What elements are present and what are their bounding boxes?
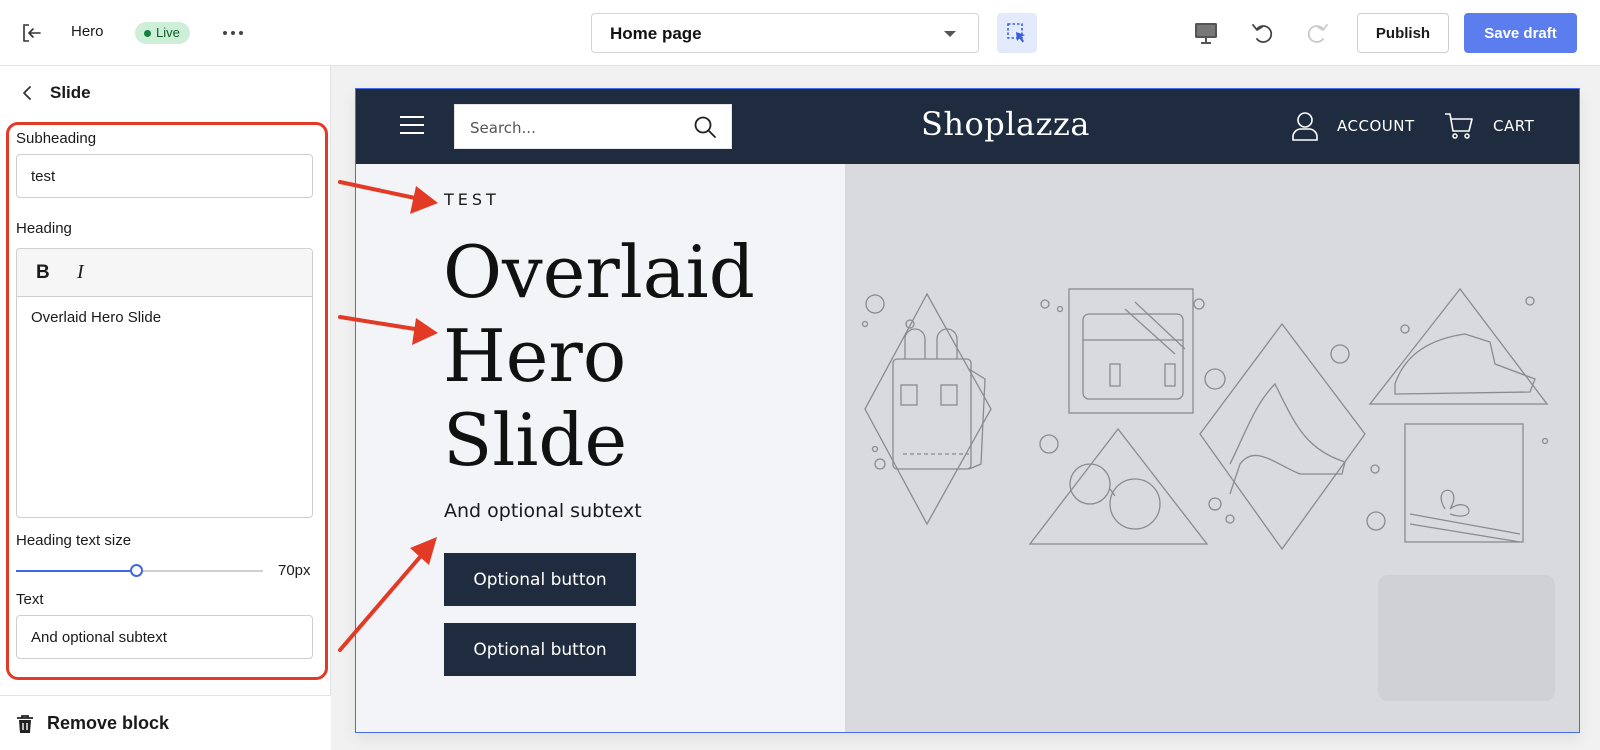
search-icon[interactable] xyxy=(693,115,717,139)
status-badge-label: Live xyxy=(156,25,180,40)
hero-image xyxy=(845,164,1579,732)
text-input[interactable] xyxy=(16,615,313,659)
heading-editor-text[interactable]: Overlaid Hero Slide xyxy=(31,309,161,326)
hero-button-2[interactable]: Optional button xyxy=(444,623,636,676)
hero-content: TEST Overlaid Hero Slide And optional su… xyxy=(356,164,845,732)
hero-text: And optional subtext xyxy=(444,500,642,522)
redo-icon[interactable] xyxy=(1304,20,1330,46)
menu-icon[interactable] xyxy=(400,116,426,136)
chevron-down-icon xyxy=(944,31,956,37)
heading-editor[interactable]: B I Overlaid Hero Slide xyxy=(16,248,313,518)
store-logo[interactable]: Shoplazza xyxy=(921,105,1090,143)
editor-toolbar: B I xyxy=(17,249,312,297)
heading-label: Heading xyxy=(16,220,72,237)
panel-title: Slide xyxy=(50,83,91,102)
section-title: Hero xyxy=(71,23,104,40)
account-icon[interactable] xyxy=(1291,111,1319,141)
select-element-button[interactable] xyxy=(997,13,1037,53)
publish-button[interactable]: Publish xyxy=(1357,13,1449,53)
remove-block-label: Remove block xyxy=(47,713,170,733)
exit-icon[interactable] xyxy=(20,21,44,45)
trash-icon xyxy=(17,715,33,733)
heading-size-value: 70px xyxy=(278,562,311,579)
heading-size-slider[interactable] xyxy=(16,564,263,577)
italic-button[interactable]: I xyxy=(77,261,84,284)
cart-link[interactable]: CART xyxy=(1493,117,1534,135)
subheading-input[interactable] xyxy=(16,154,313,198)
bold-button[interactable]: B xyxy=(36,262,50,284)
top-bar: Hero Live Home page Publish Save draft xyxy=(0,0,1600,66)
page-selector[interactable]: Home page xyxy=(591,13,979,53)
heading-size-label: Heading text size xyxy=(16,532,132,549)
save-draft-button[interactable]: Save draft xyxy=(1464,13,1577,53)
desktop-icon[interactable] xyxy=(1193,20,1219,46)
slider-thumb[interactable] xyxy=(130,564,144,577)
cart-icon[interactable] xyxy=(1444,111,1474,141)
storefront-preview[interactable]: Search... Shoplazza ACCOUNT CART TEST Ov… xyxy=(355,88,1580,733)
search-placeholder: Search... xyxy=(470,119,536,137)
remove-block-button[interactable]: Remove block xyxy=(0,695,331,750)
placeholder-card xyxy=(1378,575,1555,701)
back-icon[interactable] xyxy=(17,83,37,103)
store-search-input[interactable]: Search... xyxy=(454,104,732,149)
hero-heading: Overlaid Hero Slide xyxy=(443,230,755,482)
account-link[interactable]: ACCOUNT xyxy=(1337,117,1415,135)
slider-fill xyxy=(16,570,138,572)
subheading-label: Subheading xyxy=(16,130,97,147)
store-header: Search... Shoplazza ACCOUNT CART xyxy=(356,89,1579,164)
status-badge: Live xyxy=(135,22,190,44)
select-element-icon xyxy=(1007,23,1025,43)
text-label: Text xyxy=(16,591,44,608)
hero-subheading: TEST xyxy=(444,190,500,209)
page-selector-value: Home page xyxy=(610,24,702,43)
hero-button-1[interactable]: Optional button xyxy=(444,553,636,606)
more-icon[interactable] xyxy=(220,21,246,45)
settings-panel: Slide Subheading Heading B I Overlaid He… xyxy=(0,66,331,750)
undo-icon[interactable] xyxy=(1250,20,1276,46)
